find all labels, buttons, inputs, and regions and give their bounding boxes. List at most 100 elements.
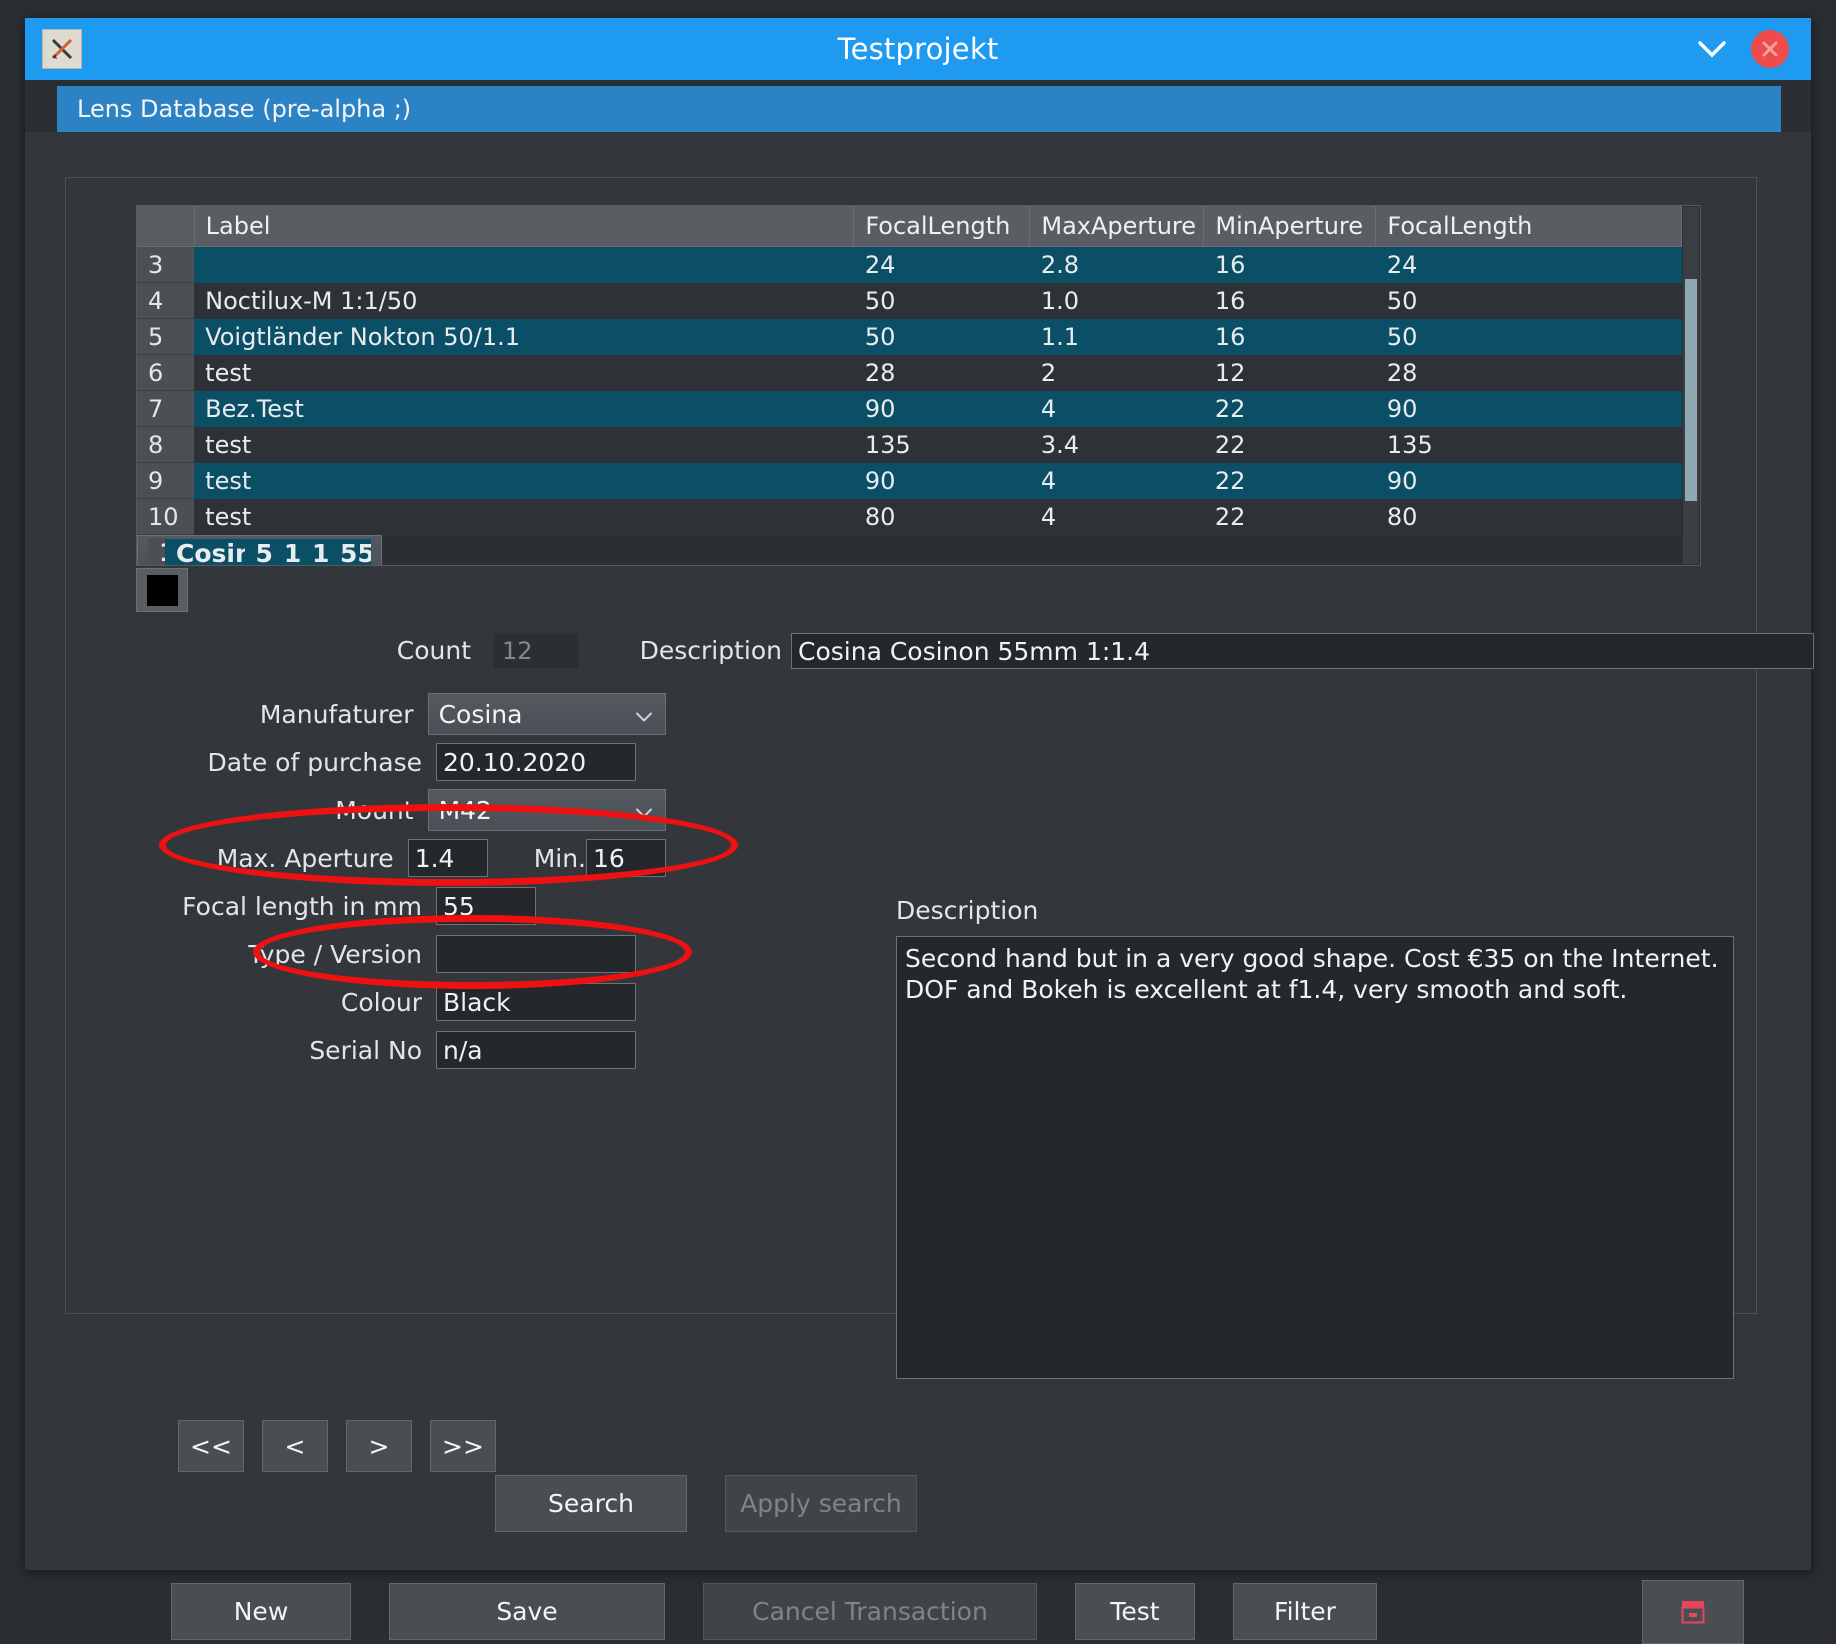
cell-focallength2: 28 <box>1376 355 1682 391</box>
date-of-purchase-input[interactable] <box>436 743 636 781</box>
window-titlebar: Testprojekt <box>25 18 1811 80</box>
cell-label <box>194 247 854 283</box>
cell-label: test <box>194 427 854 463</box>
manufacturer-value: Cosina <box>439 700 523 729</box>
table-row[interactable]: 5Voigtländer Nokton 50/1.1501.11650 <box>137 319 1682 355</box>
table-row[interactable]: 9test9042290 <box>137 463 1682 499</box>
serial-no-label: Serial No <box>136 1036 436 1065</box>
form-row-aperture: Max. Aperture Min. <box>136 834 666 882</box>
table-row[interactable]: 8test1353.422135 <box>137 427 1682 463</box>
cell-label: Voigtländer Nokton 50/1.1 <box>194 319 854 355</box>
cell-minaperture: 12 <box>1204 355 1376 391</box>
colour-input[interactable] <box>436 983 636 1021</box>
cell-maxaperture: 1.4 <box>273 539 301 567</box>
manufacturer-select[interactable]: Cosina <box>428 693 666 735</box>
cell-focallength2: 50 <box>1376 283 1682 319</box>
test-button[interactable]: Test <box>1075 1583 1195 1640</box>
row-number: 4 <box>137 283 194 319</box>
column-header-rownum[interactable] <box>137 206 194 247</box>
cell-label: Cosina Cosinon 55mm 1:1.4 <box>165 539 245 567</box>
close-icon[interactable] <box>1751 30 1789 68</box>
cell-focallength: 55 <box>245 539 273 567</box>
nav-next-button[interactable]: > <box>346 1420 412 1472</box>
max-aperture-input[interactable] <box>408 839 488 877</box>
form-row-mount: Mount M42 <box>136 786 666 834</box>
colour-swatch-button[interactable] <box>136 568 188 612</box>
cell-maxaperture: 4 <box>1030 499 1204 535</box>
form-row-type-version: Type / Version <box>136 930 666 978</box>
action-button-row: New Save Cancel Transaction Test Filter <box>171 1583 1377 1640</box>
count-field <box>494 634 578 668</box>
search-button[interactable]: Search <box>495 1475 687 1532</box>
table-header-row: Label FocalLength MaxAperture MinApertur… <box>137 206 1682 247</box>
mount-select[interactable]: M42 <box>428 789 666 831</box>
nav-prev-button[interactable]: < <box>262 1420 328 1472</box>
new-button[interactable]: New <box>171 1583 351 1640</box>
cell-maxaperture: 3.4 <box>1030 427 1204 463</box>
lens-detail-form: Manufaturer Cosina Date of purchase <box>136 690 666 1074</box>
cell-minaperture: 22 <box>1204 463 1376 499</box>
cancel-transaction-button: Cancel Transaction <box>703 1583 1037 1640</box>
cell-label: test <box>194 355 854 391</box>
cell-focallength: 90 <box>854 463 1030 499</box>
table-row[interactable]: 3242.81624 <box>137 247 1682 283</box>
count-label: Count <box>351 633 471 669</box>
row-number: 9 <box>137 463 194 499</box>
cell-maxaperture: 2 <box>1030 355 1204 391</box>
count-description-row: Count Description <box>136 633 1696 669</box>
description-input[interactable] <box>791 633 1814 669</box>
lens-table[interactable]: Label FocalLength MaxAperture MinApertur… <box>136 205 1701 566</box>
table-scrollbar[interactable] <box>1683 207 1699 564</box>
min-aperture-input[interactable] <box>586 839 666 877</box>
table-scrollbar-thumb[interactable] <box>1685 279 1697 501</box>
column-header-maxaperture[interactable]: MaxAperture <box>1030 206 1204 247</box>
cell-focallength2: 55 <box>329 539 371 567</box>
table-row[interactable]: 10test8042280 <box>137 499 1682 535</box>
cell-focallength2: 24 <box>1376 247 1682 283</box>
table-body: 3242.816244Noctilux-M 1:1/50501.016505Vo… <box>137 247 1682 567</box>
menu-item-label: Lens Database (pre-alpha ;) <box>77 95 411 123</box>
max-aperture-label: Max. Aperture <box>136 844 408 873</box>
table-row[interactable]: 6test2821228 <box>137 355 1682 391</box>
cell-label: test <box>194 463 854 499</box>
table-row[interactable]: 4Noctilux-M 1:1/50501.01650 <box>137 283 1682 319</box>
serial-no-input[interactable] <box>436 1031 636 1069</box>
cell-maxaperture: 4 <box>1030 463 1204 499</box>
chevron-down-icon[interactable] <box>1695 32 1729 66</box>
cell-maxaperture: 4 <box>1030 391 1204 427</box>
cell-focallength: 80 <box>854 499 1030 535</box>
cell-minaperture: 16 <box>1204 283 1376 319</box>
column-header-focallength[interactable]: FocalLength <box>854 206 1030 247</box>
cell-focallength: 28 <box>854 355 1030 391</box>
column-header-focallength2[interactable]: FocalLength <box>1376 206 1682 247</box>
cell-focallength2: 90 <box>1376 463 1682 499</box>
nav-last-button[interactable]: >> <box>430 1420 496 1472</box>
row-number: 11 <box>148 538 165 566</box>
form-row-focal-length: Focal length in mm <box>136 882 666 930</box>
mount-value: M42 <box>439 796 492 825</box>
date-of-purchase-label: Date of purchase <box>136 748 436 777</box>
description-label: Description <box>606 633 782 669</box>
colour-swatch-icon <box>147 575 178 606</box>
notes-textarea[interactable]: Second hand but in a very good shape. Co… <box>896 936 1734 1379</box>
nav-first-button[interactable]: << <box>178 1420 244 1472</box>
filter-button[interactable]: Filter <box>1233 1583 1377 1640</box>
cell-focallength2: 80 <box>1376 499 1682 535</box>
minimize-window-button[interactable] <box>1642 1580 1744 1644</box>
form-row-serial-no: Serial No <box>136 1026 666 1074</box>
row-number: 3 <box>137 247 194 283</box>
mount-label: Mount <box>136 796 428 825</box>
cell-focallength2: 90 <box>1376 391 1682 427</box>
min-aperture-label: Min. <box>534 844 586 873</box>
column-header-minaperture[interactable]: MinAperture <box>1204 206 1376 247</box>
table-row[interactable]: 7Bez.Test9042290 <box>137 391 1682 427</box>
lens-table-grid: Label FocalLength MaxAperture MinApertur… <box>137 206 1682 566</box>
save-button[interactable]: Save <box>389 1583 665 1640</box>
column-header-label[interactable]: Label <box>194 206 854 247</box>
type-version-input[interactable] <box>436 935 636 973</box>
table-row[interactable]: 11Cosina Cosinon 55mm 1:1.4551.41655 <box>137 535 382 566</box>
menu-item-lens-database[interactable]: Lens Database (pre-alpha ;) <box>57 86 1781 132</box>
focal-length-input[interactable] <box>436 887 536 925</box>
cell-minaperture: 22 <box>1204 391 1376 427</box>
cell-label: Noctilux-M 1:1/50 <box>194 283 854 319</box>
